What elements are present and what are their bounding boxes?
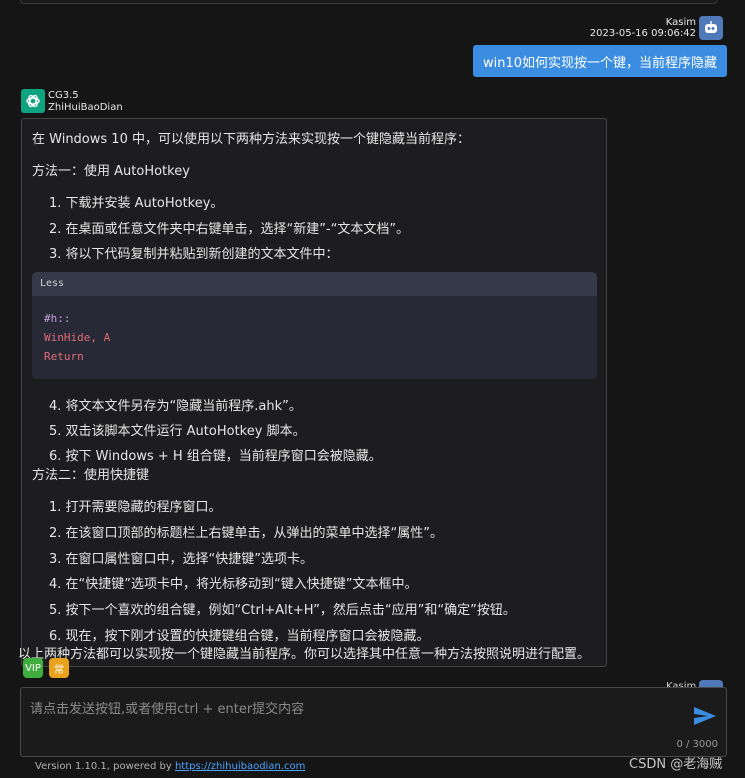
method2-step: 3. 在窗口属性窗口中，选择“快捷键”选项卡。 — [49, 552, 314, 567]
code-line: WinHide, A — [44, 331, 111, 344]
bot-model-name: CG3.5 — [48, 90, 79, 101]
openai-logo-icon — [26, 94, 40, 108]
send-icon — [694, 707, 716, 725]
user-name: Kasim — [665, 17, 696, 28]
user-message-bubble[interactable]: win10如何实现按一个键，当前程序隐藏 — [473, 45, 727, 77]
method1-step: 6. 按下 Windows + H 组合键，当前程序窗口会被隐藏。 — [49, 449, 382, 464]
previous-message-box — [20, 0, 718, 4]
bot-source-name: ZhiHuiBaoDian — [48, 102, 123, 113]
method2-step: 2. 在该窗口顶部的标题栏上右键单击，从弹出的菜单中选择“属性”。 — [49, 526, 444, 541]
method2-step: 1. 打开需要隐藏的程序窗口。 — [49, 500, 222, 515]
bot-avatar — [21, 89, 45, 113]
user-timestamp: 2023-05-16 09:06:42 — [589, 28, 696, 39]
method2-step: 6. 现在，按下刚才设置的快捷键组合键，当前程序窗口会被隐藏。 — [49, 629, 430, 644]
code-line: #h:: — [44, 312, 71, 325]
answer-conclusion: 以上两种方法都可以实现按一个键隐藏当前程序。你可以选择其中任意一种方法按照说明进… — [18, 647, 591, 662]
user-avatar — [699, 16, 723, 40]
method1-step: 4. 将文本文件另存为“隐藏当前程序.ahk”。 — [49, 399, 302, 414]
bot-answer-card: 在 Windows 10 中，可以使用以下两种方法来实现按一个键隐藏当前程序： … — [21, 118, 607, 667]
send-button[interactable] — [692, 705, 718, 727]
method1-step: 5. 双击该脚本文件运行 AutoHotkey 脚本。 — [49, 424, 306, 439]
answer-intro: 在 Windows 10 中，可以使用以下两种方法来实现按一个键隐藏当前程序： — [32, 132, 470, 147]
footer: Version 1.10.1, powered by https://zhihu… — [35, 761, 305, 772]
method1-step: 1. 下载并安装 AutoHotkey。 — [49, 196, 224, 211]
message-input[interactable]: 请点击发送按钮,或者使用ctrl + enter提交内容 — [30, 698, 304, 717]
footer-text: Version 1.10.1, powered by — [35, 761, 175, 772]
common-badge[interactable]: 常 — [49, 658, 69, 678]
bot-message-meta: CG3.5 ZhiHuiBaoDian — [48, 90, 123, 114]
method2-step: 4. 在“快捷键”选项卡中，将光标移动到“键入快捷键”文本框中。 — [49, 577, 418, 592]
vip-badge[interactable]: VIP — [23, 658, 43, 678]
user-message-meta: Kasim 2023-05-16 09:06:42 — [590, 17, 696, 39]
method2-title: 方法二：使用快捷键 — [32, 468, 150, 483]
char-count: 0 / 3000 — [676, 739, 718, 750]
code-language-label: Less — [32, 272, 597, 296]
message-input-box[interactable]: 请点击发送按钮,或者使用ctrl + enter提交内容 0 / 3000 — [20, 687, 727, 757]
method1-title: 方法一：使用 AutoHotkey — [32, 164, 190, 179]
method1-step: 2. 在桌面或任意文件夹中右键单击，选择“新建”-“文本文档”。 — [49, 222, 410, 237]
footer-link[interactable]: https://zhihuibaodian.com — [175, 761, 305, 772]
code-block: Less #h:: WinHide, A Return — [32, 272, 597, 379]
method1-step: 3. 将以下代码复制并粘贴到新创建的文本文件中： — [49, 247, 339, 262]
user-robot-icon — [705, 21, 717, 33]
method2-step: 5. 按下一个喜欢的组合键，例如“Ctrl+Alt+H”，然后点击“应用”和“确… — [49, 603, 516, 618]
code-line: Return — [44, 350, 84, 363]
csdn-watermark: CSDN @老海贼 — [629, 757, 723, 772]
